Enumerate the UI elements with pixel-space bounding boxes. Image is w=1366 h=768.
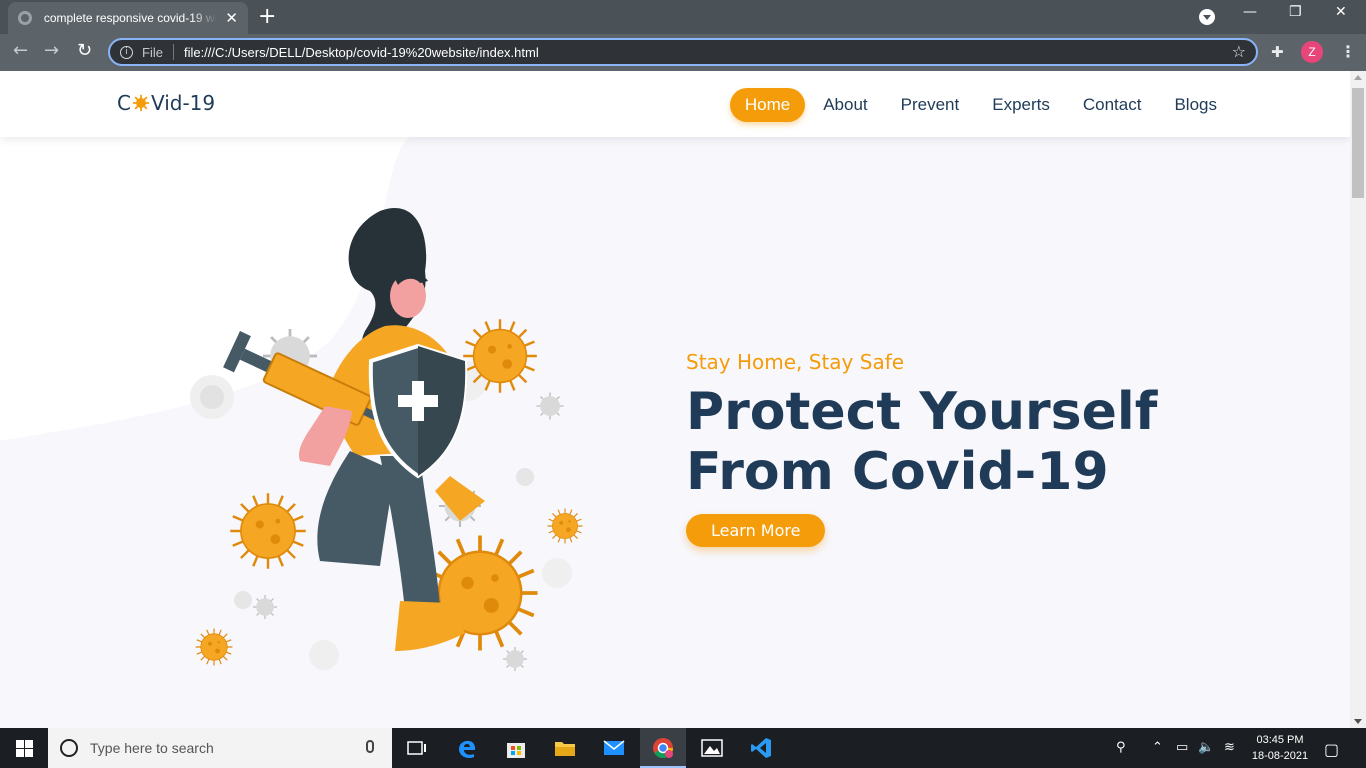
virus-logo-icon [132,94,150,112]
minimize-button[interactable]: — [1243,4,1257,20]
edge-icon[interactable] [455,736,479,760]
hero-text: Stay Home, Stay Safe Protect Yourself Fr… [686,350,1166,547]
chrome-icon [653,738,674,759]
microsoft-store-icon[interactable] [504,736,528,760]
clock-date: 18-08-2021 [1251,750,1309,762]
taskbar-clock[interactable]: 03:45 PM 18-08-2021 [1240,732,1320,764]
learn-more-button[interactable]: Learn More [686,514,826,547]
extensions-puzzle-icon[interactable]: ✚ [1271,43,1284,61]
new-tab-button[interactable]: + [258,4,276,29]
main-nav: Home About Prevent Experts Contact Blogs [727,88,1232,122]
divider [172,44,174,60]
scroll-down-arrow-icon[interactable] [1354,719,1362,724]
url-text[interactable]: file:///C:/Users/DELL/Desktop/covid-19%2… [184,45,539,60]
chrome-taskbar-button[interactable] [640,728,686,768]
volume-icon[interactable]: 🔈 [1198,740,1214,755]
profile-avatar[interactable]: Z [1301,41,1323,63]
browser-title-bar: complete responsive covid-19 website ✕ +… [0,0,1366,34]
taskbar-search-placeholder: Type here to search [90,740,214,756]
web-page: C Vid-19 Home About Prevent Experts Cont… [0,71,1350,728]
battery-icon[interactable]: ▭ [1176,740,1188,755]
tab-title: complete responsive covid-19 website [43,11,218,25]
browser-toolbar: ← → ↻ i File file:///C:/Users/DELL/Deskt… [0,34,1366,71]
nav-contact[interactable]: Contact [1068,88,1157,122]
photos-icon[interactable] [700,736,724,760]
tab-search-icon[interactable] [1199,9,1215,25]
back-button[interactable]: ← [13,40,28,61]
scheme-label: File [142,44,163,60]
kebab-menu-icon[interactable]: ⋮ [1340,42,1356,61]
reload-button[interactable]: ↻ [77,40,92,61]
nav-home[interactable]: Home [729,88,806,122]
forward-button[interactable]: → [44,40,59,61]
bookmark-star-icon[interactable]: ☆ [1232,42,1246,61]
notification-icon[interactable]: ▢ [1324,740,1339,759]
site-logo[interactable]: C Vid-19 [117,91,215,115]
info-icon[interactable]: i [120,45,133,59]
nav-experts[interactable]: Experts [977,88,1065,122]
hero-tagline: Stay Home, Stay Safe [686,350,905,374]
windows-taskbar: Type here to search ⚲ ⌃ ▭ 🔈 ≋ 03:45 PM 1… [0,728,1366,768]
mail-icon[interactable] [602,736,626,760]
cortana-icon [60,739,78,757]
nav-blogs[interactable]: Blogs [1159,88,1232,122]
hero-headline: Protect Yourself From Covid-19 [686,382,1158,502]
page-scrollbar[interactable] [1350,71,1366,728]
scroll-thumb[interactable] [1352,88,1364,198]
logo-prefix: C [117,91,131,115]
microphone-icon[interactable] [366,740,374,753]
windows-start-icon[interactable] [0,728,48,768]
close-window-button[interactable]: ✕ [1335,4,1347,20]
vscode-icon[interactable] [749,736,773,760]
site-header: C Vid-19 Home About Prevent Experts Cont… [0,71,1350,137]
file-explorer-icon[interactable] [553,736,577,760]
clock-time: 03:45 PM [1256,734,1304,746]
wifi-icon[interactable]: ≋ [1224,740,1235,755]
show-hidden-icons-chevron-icon[interactable]: ⌃ [1152,740,1163,755]
nav-about[interactable]: About [808,88,882,122]
tab-close-button[interactable]: ✕ [225,9,238,27]
scroll-up-arrow-icon[interactable] [1354,75,1362,80]
nav-prevent[interactable]: Prevent [886,88,975,122]
browser-tab[interactable]: complete responsive covid-19 website ✕ [8,2,248,34]
address-bar[interactable]: i File file:///C:/Users/DELL/Desktop/cov… [108,38,1258,66]
logo-suffix: Vid-19 [150,91,216,115]
restore-button[interactable]: ❐ [1289,4,1302,20]
taskbar-search[interactable]: Type here to search [48,728,392,768]
people-icon[interactable]: ⚲ [1116,740,1126,755]
task-view-icon[interactable] [405,736,429,760]
globe-icon [18,11,32,25]
hero-illustration [190,208,584,671]
